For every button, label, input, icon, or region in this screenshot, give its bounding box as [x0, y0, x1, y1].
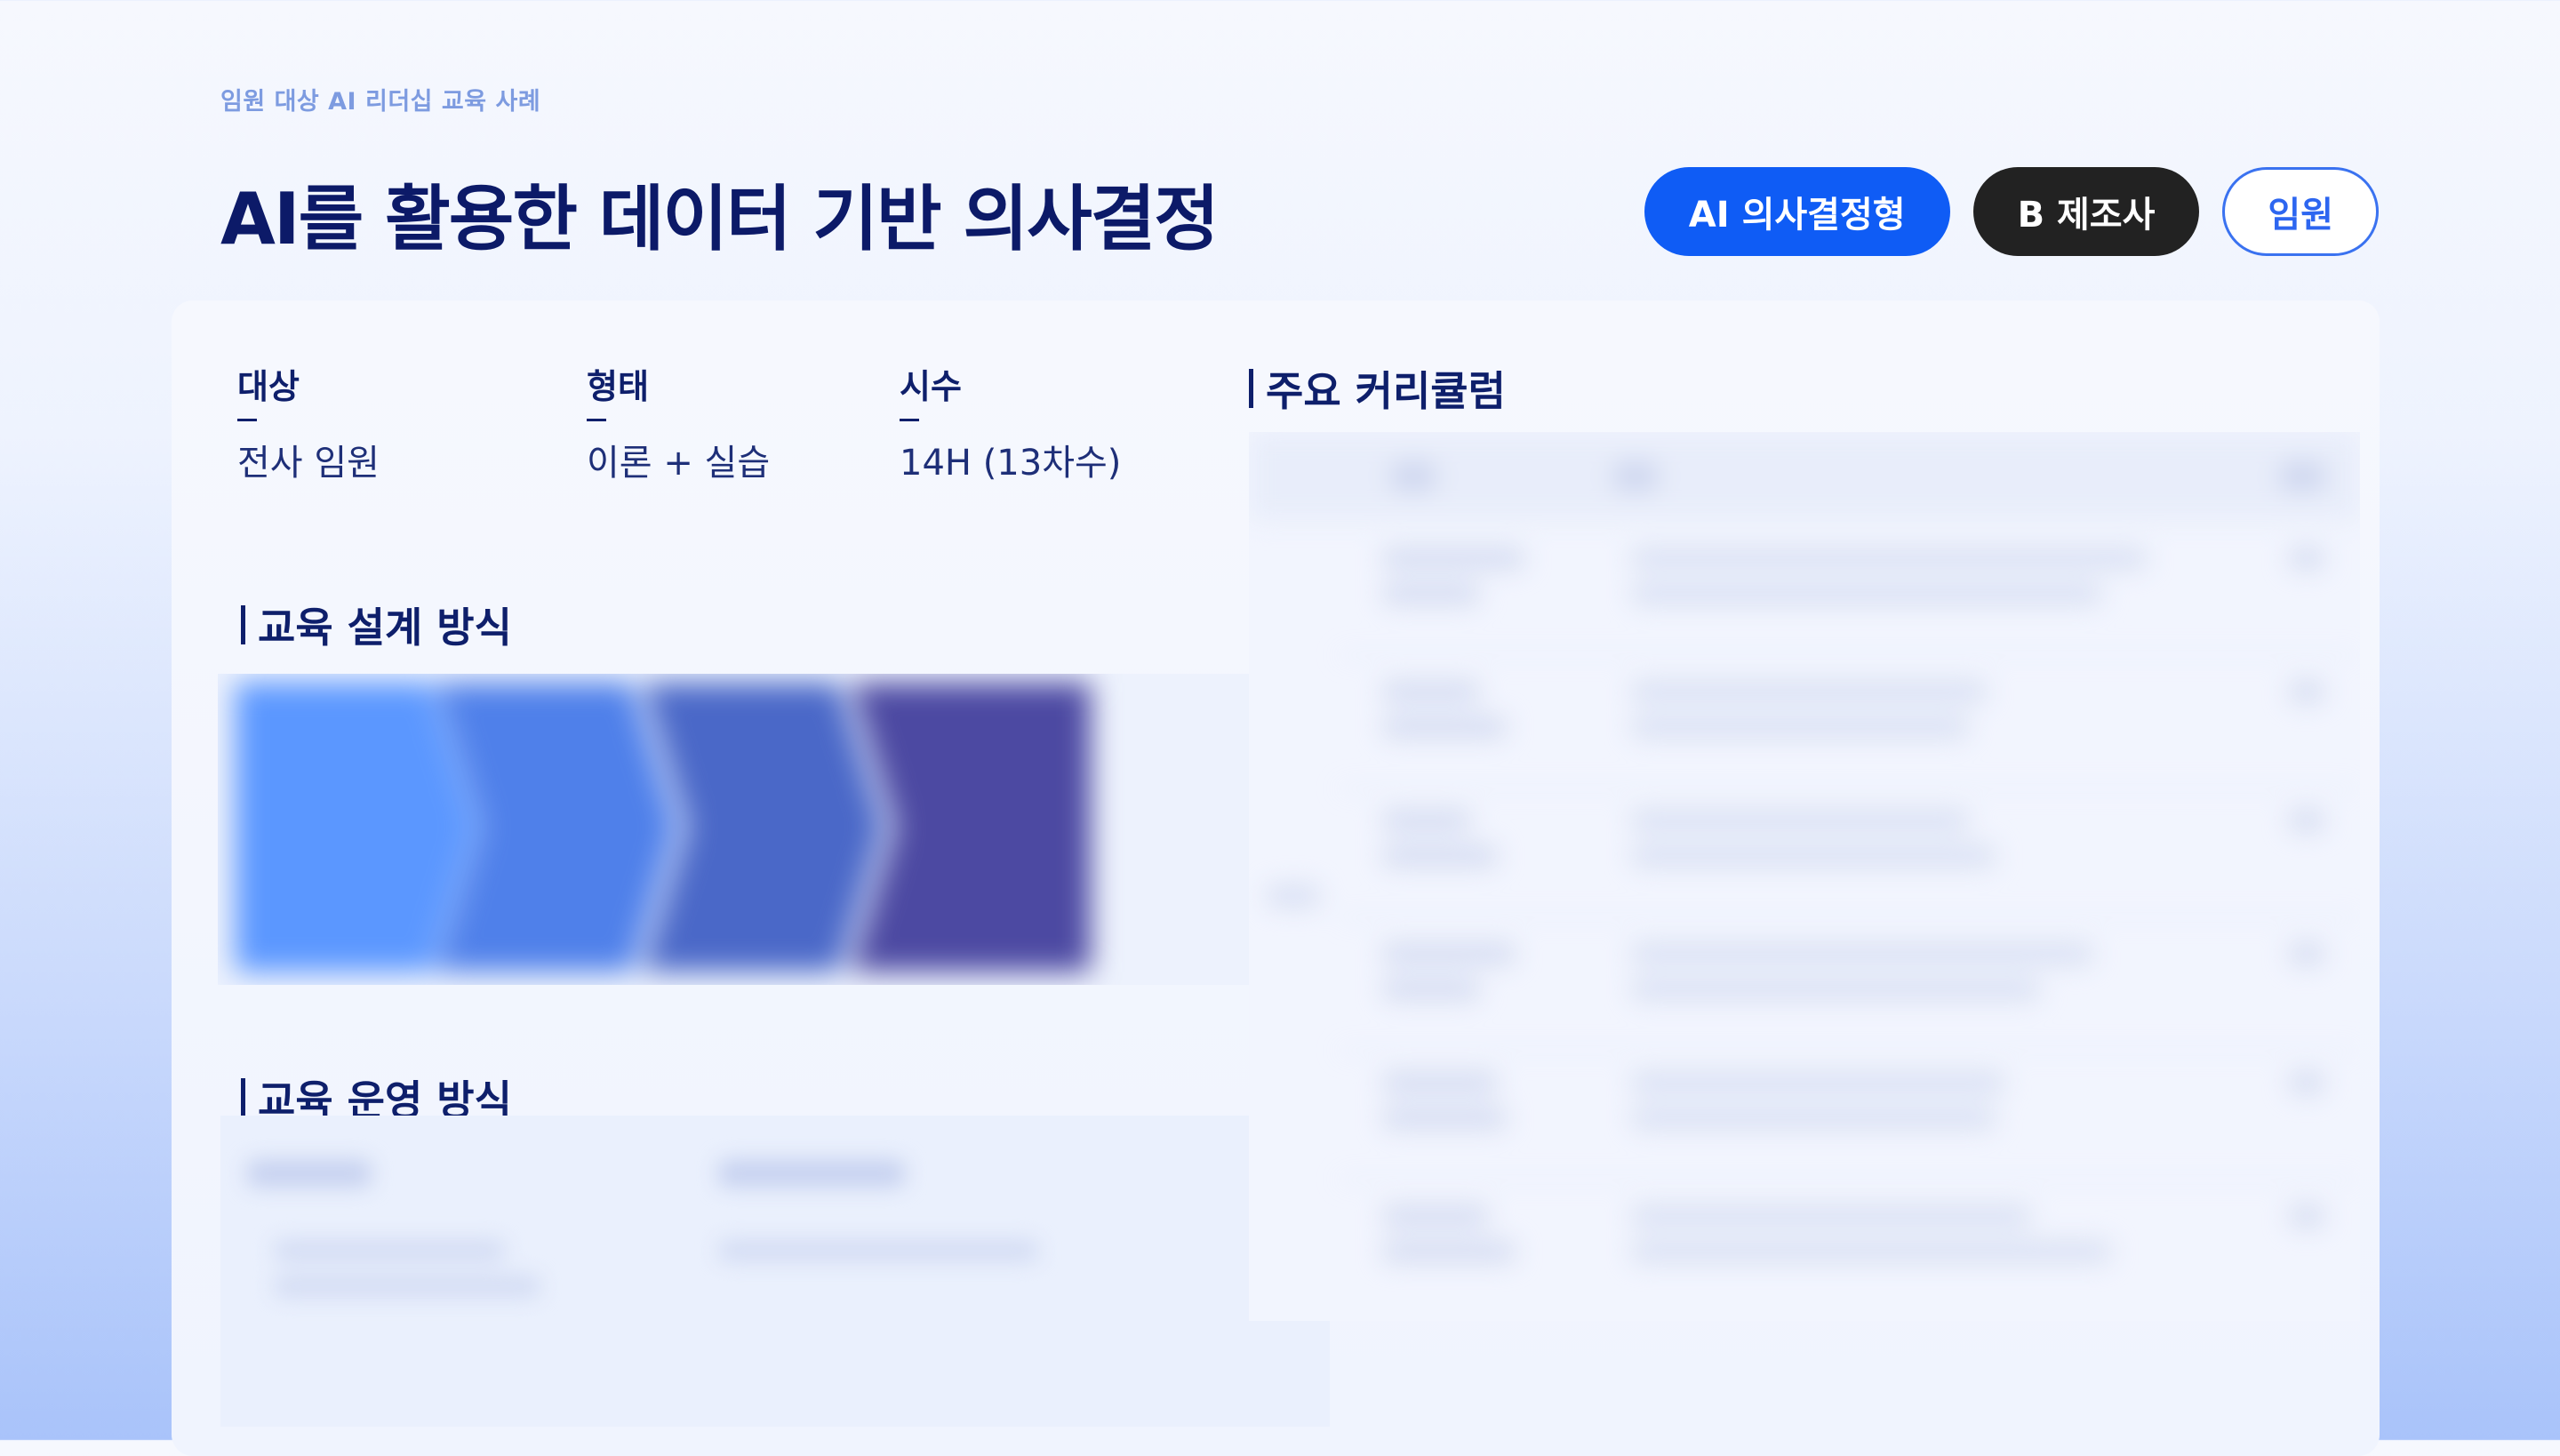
section-title-design: 교육 설계 방식	[241, 596, 512, 654]
blurred-text	[1382, 681, 1480, 702]
blurred-text	[1631, 1108, 1996, 1129]
info-target: 대상 전사 임원	[237, 359, 380, 485]
blurred-text	[2280, 463, 2324, 490]
tag-company[interactable]: B 제조사	[1972, 167, 2200, 256]
info-format-label: 형태	[587, 367, 649, 406]
blurred-text	[1382, 1205, 1489, 1227]
info-format-value: 이론 + 실습	[587, 443, 771, 484]
section-bar	[241, 1078, 245, 1117]
blurred-text	[1631, 583, 2102, 604]
label-divider	[237, 419, 257, 421]
blurred-text	[718, 1240, 1038, 1261]
blurred-text	[718, 1160, 905, 1187]
blurred-text	[1382, 1108, 1507, 1129]
table-row-divider	[1338, 1179, 2360, 1180]
blurred-text	[1631, 1205, 2031, 1227]
info-target-value: 전사 임원	[237, 443, 380, 484]
section-title-curriculum-text: 주요 커리큘럼	[1266, 367, 1506, 415]
blurred-text	[274, 1240, 505, 1261]
blurred-text	[1382, 943, 1516, 964]
blurred-text	[1631, 845, 1996, 867]
curriculum-table-blurred	[1249, 432, 2360, 1321]
design-flow-blurred	[218, 674, 1320, 985]
flow-step-4	[851, 683, 1091, 972]
info-hours-label: 시수	[900, 367, 962, 406]
blurred-text	[1382, 810, 1471, 831]
blurred-text	[1391, 463, 1436, 490]
blurred-text	[1631, 1072, 2004, 1093]
section-bar	[241, 605, 245, 644]
blurred-text	[1631, 716, 1969, 738]
tag-group: AI 의사결정형 B 제조사 임원	[1644, 167, 2379, 256]
blurred-text	[1382, 845, 1498, 867]
blurred-text	[1382, 548, 1524, 569]
blurred-text	[1631, 548, 2147, 569]
label-divider	[900, 419, 919, 421]
blurred-text	[2289, 810, 2324, 831]
section-bar	[1249, 369, 1253, 408]
flow-step-2	[436, 683, 676, 972]
blurred-text	[1631, 1241, 2111, 1262]
blurred-text	[1382, 583, 1480, 604]
section-title-curriculum: 주요 커리큘럼	[1249, 359, 1506, 418]
blurred-text	[2289, 1205, 2324, 1227]
blurred-text	[1631, 943, 2093, 964]
blurred-text	[1613, 463, 1658, 490]
info-format: 형태 이론 + 실습	[587, 359, 770, 485]
operation-content-blurred	[220, 1116, 1330, 1427]
tag-executive[interactable]: 임원	[2222, 167, 2379, 256]
blurred-text	[1382, 716, 1507, 738]
blurred-text	[274, 1276, 540, 1297]
section-title-design-text: 교육 설계 방식	[258, 604, 512, 652]
table-row-divider	[1338, 1050, 2360, 1052]
content-card: 대상 전사 임원 형태 이론 + 실습 시수 14H (13차수) 교육 설계 …	[172, 300, 2380, 1456]
blurred-text	[1382, 1072, 1498, 1093]
page-title: AI를 활용한 데이터 기반 의사결정	[220, 178, 1220, 260]
tag-ai-decision[interactable]: AI 의사결정형	[1644, 167, 1950, 256]
blurred-text	[1631, 810, 1969, 831]
label-divider	[587, 419, 606, 421]
eyebrow-text: 임원 대상 AI 리더십 교육 사례	[220, 88, 541, 116]
blurred-text	[1631, 979, 2040, 1000]
info-target-label: 대상	[237, 367, 300, 406]
table-row-divider	[1338, 788, 2360, 789]
info-hours-value: 14H (13차수)	[900, 443, 1122, 484]
blurred-text	[2289, 548, 2324, 569]
info-hours: 시수 14H (13차수)	[900, 359, 1121, 485]
blurred-text	[2289, 943, 2324, 964]
blurred-text	[1382, 1241, 1516, 1262]
blurred-text	[2289, 1072, 2324, 1093]
blurred-text	[2289, 681, 2324, 702]
blurred-text	[1382, 979, 1480, 1000]
table-row-divider	[1338, 916, 2360, 918]
blurred-text	[247, 1160, 372, 1187]
table-row-divider	[1338, 654, 2360, 656]
flow-step-3	[643, 683, 883, 972]
blurred-text	[1267, 885, 1320, 907]
blurred-text	[1631, 681, 1987, 702]
